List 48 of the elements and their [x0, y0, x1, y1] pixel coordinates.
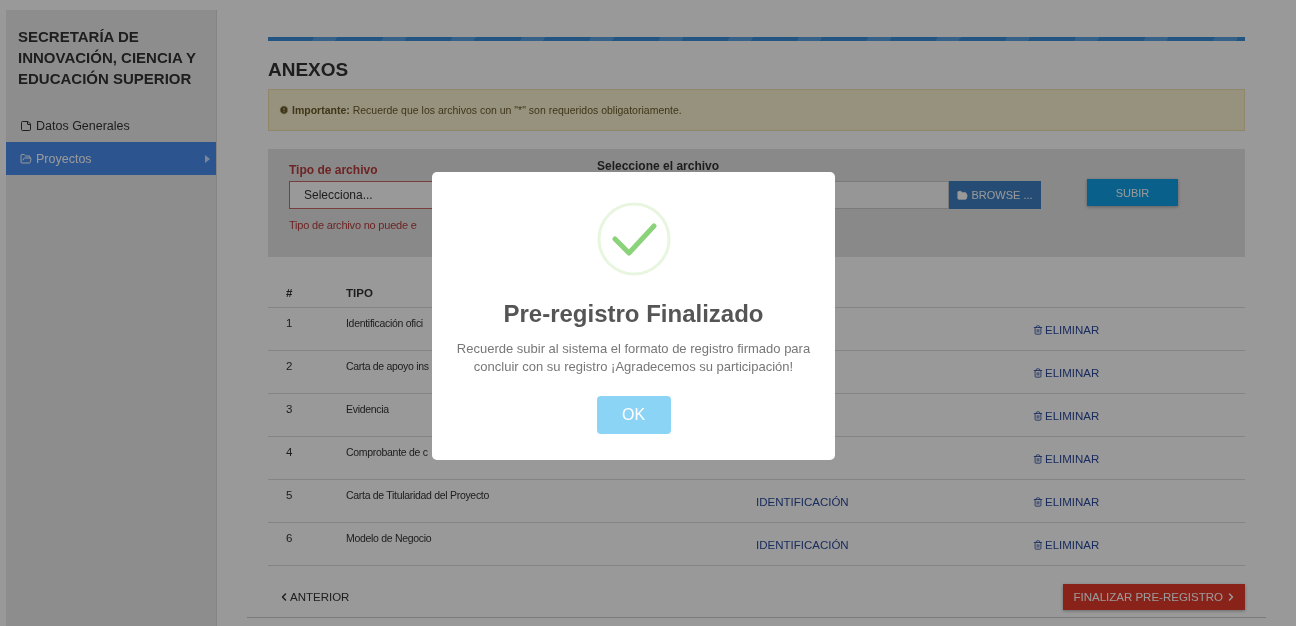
- column-header: #: [286, 287, 293, 299]
- column-header: TIPO: [346, 287, 373, 299]
- table-cell: 4: [286, 446, 293, 458]
- sidebar-item[interactable]: Proyectos: [6, 142, 216, 175]
- file-link[interactable]: IDENTIFICACIÓN: [756, 496, 849, 508]
- trash-icon: [1033, 540, 1043, 550]
- delete-link[interactable]: ELIMINAR: [1033, 453, 1100, 465]
- trash-icon: [1033, 497, 1043, 507]
- field-label: Tipo de archivo: [289, 163, 379, 179]
- table-cell: Identificación ofici: [346, 317, 423, 329]
- delete-link[interactable]: ELIMINAR: [1033, 539, 1100, 551]
- file-link[interactable]: IDENTIFICACIÓN: [756, 539, 849, 551]
- error-text: Tipo de archivo no puede e: [289, 219, 417, 231]
- note-icon: [20, 119, 32, 132]
- folder-icon: [20, 152, 32, 165]
- table-cell: Modelo de Negocio: [346, 532, 432, 544]
- table-cell: Comprobante de c: [346, 446, 428, 458]
- organization-title: SECRETARÍA DE INNOVACIÓN, CIENCIA Y EDUCACIÓN SUPERIOR: [17, 27, 197, 89]
- upload-button[interactable]: SUBIR: [1087, 179, 1178, 206]
- table-cell: 3: [286, 403, 293, 415]
- folder-icon: [957, 189, 969, 201]
- table-cell: 6: [286, 532, 293, 544]
- finish-button[interactable]: FINALIZAR PRE-REGISTRO: [1063, 584, 1245, 610]
- table-cell: Carta de Titularidad del Proyecto: [346, 489, 490, 501]
- caret-icon: [205, 154, 210, 163]
- table-cell: 5: [286, 489, 293, 501]
- table-cell: Evidencia: [346, 403, 389, 415]
- delete-link[interactable]: ELIMINAR: [1033, 324, 1100, 336]
- alert-icon: [279, 105, 289, 115]
- page-heading: ANEXOS: [268, 59, 350, 81]
- trash-icon: [1033, 368, 1043, 378]
- trash-icon: [1033, 454, 1043, 464]
- table-cell: 2: [286, 360, 293, 372]
- dialog-message: Recuerde subir al sistema el formato de registro firmado para concluir con su registro ¡Agradecemos su participación!: [455, 340, 812, 376]
- previous-link[interactable]: ANTERIOR: [278, 591, 350, 603]
- table-cell: 1: [286, 317, 293, 329]
- browse-button[interactable]: BROWSE ...: [949, 181, 1041, 209]
- alert-text: Importante: Recuerde que los archivos con un "*" son requeridos obligatoriamente.: [292, 104, 682, 116]
- dialog-title: Pre-registro Finalizado: [503, 300, 764, 328]
- success-check-icon: [596, 202, 671, 276]
- trash-icon: [1033, 411, 1043, 421]
- field-label: Seleccione el archivo: [597, 159, 721, 175]
- trash-icon: [1033, 325, 1043, 335]
- delete-link[interactable]: ELIMINAR: [1033, 367, 1100, 379]
- delete-link[interactable]: ELIMINAR: [1033, 410, 1100, 422]
- sidebar-item[interactable]: Datos Generales: [6, 109, 216, 142]
- delete-link[interactable]: ELIMINAR: [1033, 496, 1100, 508]
- table-cell: Carta de apoyo ins: [346, 360, 429, 372]
